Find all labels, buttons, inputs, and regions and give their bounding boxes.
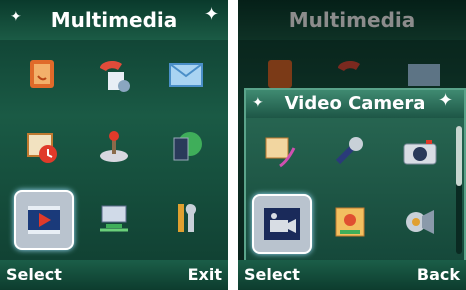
multimedia-player-icon [28,206,60,234]
video-camera-screen: Multimedia Video Camera ✦ ✦ Select Back [238,0,466,290]
popup-title: Video Camera [246,90,464,118]
photo-album-icon [335,207,365,237]
connectivity-icon [100,205,128,232]
menu-item-connectivity[interactable] [86,190,142,246]
menu-item-messages[interactable] [158,46,214,102]
softkey-bar: Select Back [238,260,466,290]
sparkle-icon: ✦ [204,4,220,25]
softkey-bar: Select Exit [0,260,228,290]
organizer-icon [27,133,57,163]
settings-icon [178,204,197,232]
exit-softkey[interactable]: Exit [188,260,222,290]
submenu-popup: Video Camera ✦ ✦ [244,88,466,264]
voice-recorder-icon [335,137,363,165]
back-softkey[interactable]: Back [417,260,460,290]
submenu-item-image-viewer[interactable] [252,124,308,180]
menu-grid [0,46,228,256]
submenu-item-music-player[interactable] [392,194,448,250]
screen-title: Multimedia [0,0,228,40]
sparkle-icon: ✦ [252,95,264,111]
select-softkey[interactable]: Select [244,260,300,290]
submenu-item-photo-album[interactable] [322,194,378,250]
select-softkey[interactable]: Select [6,260,62,290]
menu-item-multimedia-player[interactable] [14,190,74,250]
submenu-item-camera[interactable] [392,124,448,180]
image-viewer-icon [265,137,296,168]
sparkle-icon: ✦ [10,9,22,25]
submenu-item-video-camera[interactable] [252,194,312,254]
menu-item-games[interactable] [86,118,142,174]
camera-icon [403,140,437,165]
music-player-icon [406,210,434,234]
games-icon [100,131,128,162]
menu-item-call-log[interactable] [86,46,142,102]
call-log-icon [100,61,130,92]
scrollbar[interactable] [456,126,462,254]
submenu-item-voice-recorder[interactable] [322,124,378,180]
browser-icon [173,132,202,161]
video-camera-icon [264,208,300,240]
menu-item-browser[interactable] [158,118,214,174]
menu-item-phonebook[interactable] [14,46,70,102]
phonebook-icon [30,60,54,88]
scrollbar-thumb[interactable] [456,126,462,186]
menu-item-settings[interactable] [158,190,214,246]
sparkle-icon: ✦ [438,90,454,111]
multimedia-screen: Multimedia ✦ ✦ Select Exit [0,0,228,290]
submenu-grid [246,124,464,258]
messages-icon [169,63,203,87]
menu-item-organizer[interactable] [14,118,70,174]
